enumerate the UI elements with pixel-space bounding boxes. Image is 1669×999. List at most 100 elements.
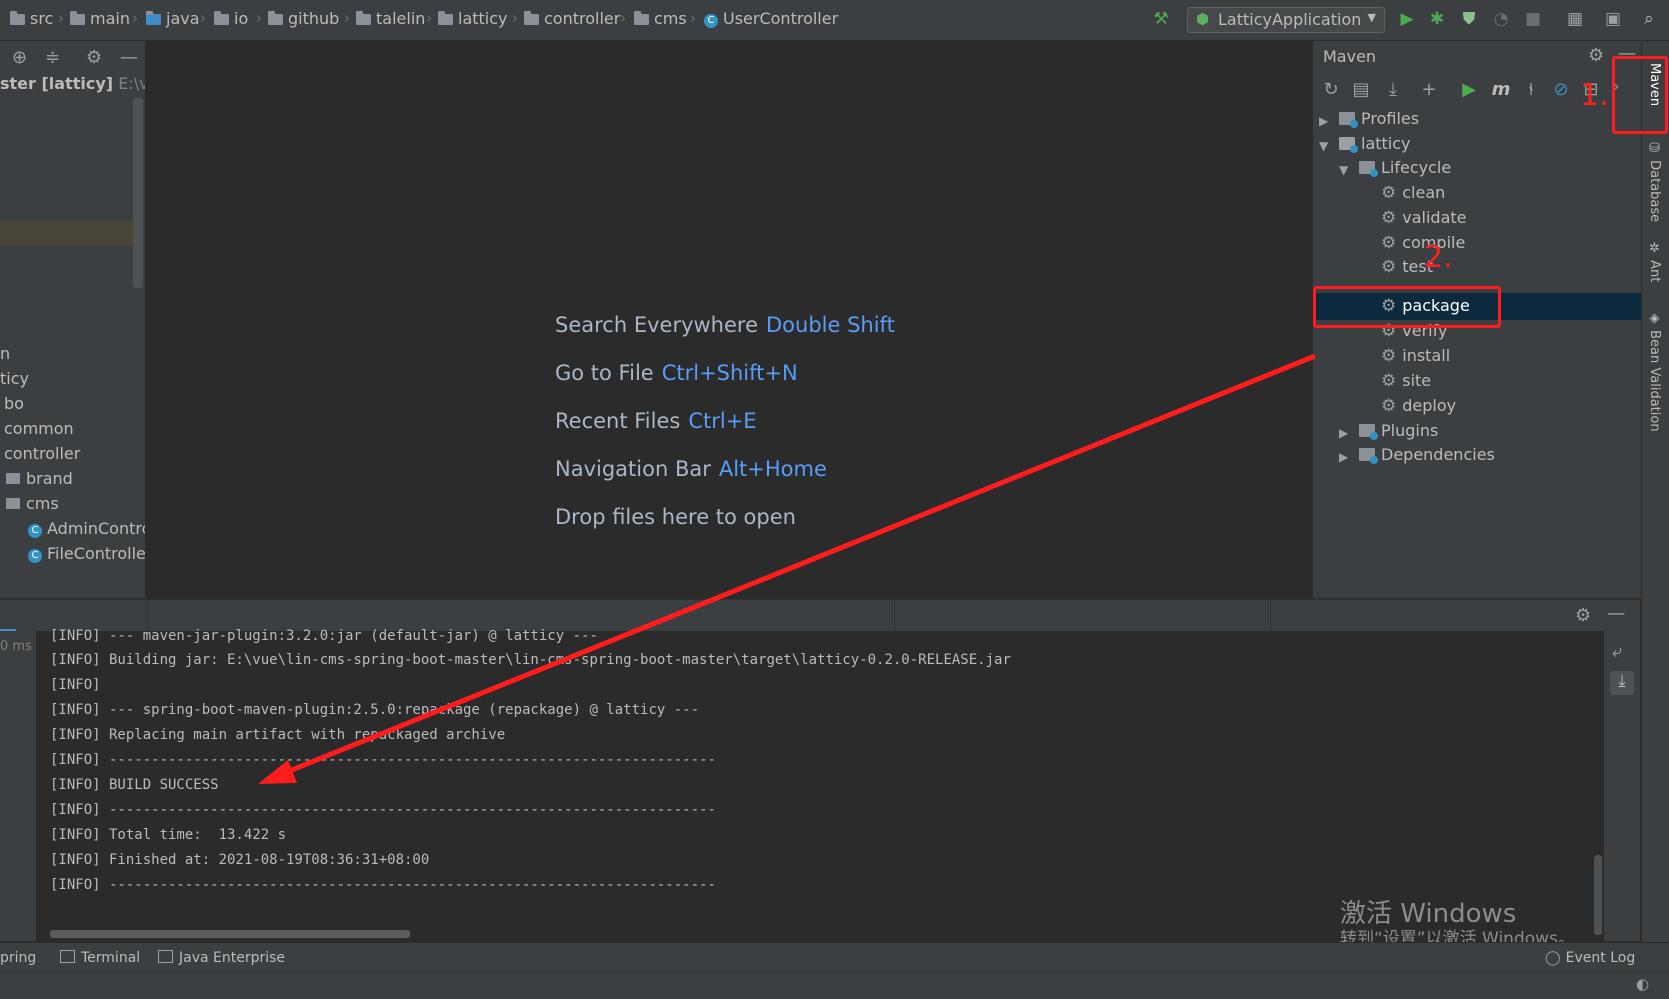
maven-profiles-node[interactable]: Profiles [1339, 107, 1419, 131]
lifecycle-phase-validate[interactable]: ⚙ validate [1381, 206, 1467, 230]
lifecycle-phase-site[interactable]: ⚙ site [1381, 369, 1431, 393]
run-configuration-select[interactable]: ⬢ LatticyApplication ▼ [1187, 7, 1385, 33]
window-icon[interactable]: ▣ [1602, 8, 1624, 30]
ant-side-tab[interactable]: ✲ Ant [1647, 241, 1662, 282]
project-root[interactable]: ster [latticy] E:\vue\ [0, 74, 145, 93]
annotation-box-package [1313, 286, 1501, 328]
event-log-tab[interactable]: ◯ Event Log [1545, 950, 1635, 966]
collapse-arrow-icon[interactable]: ▼ [1339, 163, 1348, 177]
tree-item[interactable]: controller [4, 444, 80, 463]
minimize-icon[interactable]: — [1607, 603, 1625, 624]
breadcrumb-item[interactable]: main [70, 9, 130, 28]
breadcrumb-item[interactable]: io [214, 9, 248, 28]
run-icon[interactable]: ▶ [1457, 79, 1481, 100]
console-line: [INFO] Building jar: E:\vue\lin-cms-spri… [50, 652, 1011, 668]
download-icon[interactable]: ⤓ [1381, 79, 1405, 100]
tree-item[interactable]: C FileControlle [28, 544, 145, 563]
tree-item[interactable]: ticy [0, 369, 29, 388]
tree-item[interactable]: cms [6, 494, 59, 513]
tree-item[interactable]: bo [4, 394, 24, 413]
vertical-scrollbar[interactable] [1594, 855, 1602, 935]
maven-panel-title: Maven [1323, 47, 1377, 66]
breadcrumb-item[interactable]: cms [634, 9, 687, 28]
editor-empty-area[interactable]: Search Everywhere Double Shift Go to File… [146, 41, 1311, 598]
chevron-right-icon: › [344, 9, 350, 27]
breadcrumb-item[interactable]: java [146, 9, 200, 28]
chevron-right-icon: › [200, 9, 206, 27]
toggle-offline-icon[interactable]: ⫮ [1519, 79, 1543, 100]
run-icon[interactable]: ▶ [1396, 8, 1418, 30]
maven-goal-icon[interactable]: m [1489, 79, 1513, 100]
maven-project-node[interactable]: latticy [1339, 132, 1411, 156]
gear-icon: ⚙ [1381, 371, 1397, 391]
breadcrumb-current[interactable]: C UserController [704, 9, 838, 28]
database-side-tab[interactable]: ⛁ Database [1647, 141, 1662, 222]
gear-icon: ⚙ [1381, 346, 1397, 366]
console-line: [INFO] ---------------------------------… [50, 877, 716, 893]
database-icon: ⛁ [1647, 141, 1662, 161]
reload-icon[interactable]: ↻ [1319, 79, 1343, 100]
minimize-icon[interactable]: — [120, 47, 138, 68]
vertical-scrollbar[interactable] [133, 98, 143, 288]
stop-icon[interactable]: ■ [1522, 8, 1544, 30]
breadcrumb-item[interactable]: latticy [438, 9, 508, 28]
java-enterprise-tab[interactable]: Java Enterprise [158, 950, 285, 966]
search-icon[interactable]: ⌕ [1638, 8, 1660, 30]
lifecycle-phase-deploy[interactable]: ⚙ deploy [1381, 394, 1456, 418]
console-line: [INFO] --- maven-jar-plugin:3.2.0:jar (d… [50, 628, 598, 644]
breadcrumb-item[interactable]: controller [524, 9, 620, 28]
folder-icon [214, 11, 229, 25]
folder-icon [70, 11, 85, 25]
locate-icon[interactable]: ⊕ [12, 47, 27, 68]
tree-item[interactable]: C AdminContro [28, 519, 145, 538]
settings-gear-icon[interactable]: ⚙ [86, 47, 102, 68]
hint-navigation-bar: Navigation Bar Alt+Home [555, 457, 827, 481]
run-tree-column: 0 ms [0, 631, 36, 941]
expand-arrow-icon[interactable]: ▶ [1339, 426, 1348, 440]
gear-icon: ⚙ [1381, 183, 1397, 203]
expand-arrow-icon[interactable]: ▶ [1339, 450, 1348, 464]
horizontal-scrollbar[interactable] [50, 930, 410, 938]
breadcrumb-item[interactable]: src [10, 9, 53, 28]
profile-icon[interactable]: ◔ [1490, 8, 1512, 30]
maven-plugins-node[interactable]: Plugins [1359, 419, 1438, 443]
console-line-build-success: [INFO] BUILD SUCCESS [50, 777, 219, 793]
breadcrumb-item[interactable]: talelin [356, 9, 425, 28]
settings-gear-icon[interactable]: ⚙ [1575, 605, 1591, 626]
collapse-arrow-icon[interactable]: ▼ [1319, 139, 1328, 153]
build-hammer-icon[interactable]: ⚒ [1150, 8, 1172, 30]
terminal-tab[interactable]: Terminal [60, 950, 140, 966]
breadcrumb-item[interactable]: github [268, 9, 339, 28]
project-structure-icon[interactable]: ▦ [1564, 8, 1586, 30]
lifecycle-folder-icon [1359, 161, 1378, 177]
tree-item[interactable]: brand [6, 469, 73, 488]
settings-gear-icon[interactable]: ⚙ [1588, 45, 1604, 66]
profiles-icon [1339, 112, 1358, 128]
add-icon[interactable]: + [1417, 79, 1441, 100]
navigation-bar: src › main › java › io › github › taleli… [0, 0, 1669, 41]
expand-arrow-icon[interactable]: ▶ [1319, 114, 1328, 128]
soft-wrap-icon[interactable]: ⤶ [1612, 641, 1622, 662]
console-line: [INFO] ---------------------------------… [50, 752, 716, 768]
memory-indicator-icon[interactable]: ◐ [1636, 975, 1649, 993]
maven-lifecycle-node[interactable]: Lifecycle [1359, 156, 1451, 180]
scroll-to-end-icon[interactable]: ⤓ [1610, 671, 1634, 695]
chevron-right-icon: › [620, 9, 626, 27]
debug-icon[interactable]: ✱ [1426, 8, 1448, 30]
tree-item[interactable]: n [0, 344, 10, 363]
right-tool-strip: Maven ⛁ Database ✲ Ant ◈ Bean Validation [1641, 41, 1669, 956]
skip-tests-icon[interactable]: ⊘ [1549, 79, 1573, 100]
spring-tab[interactable]: pring [0, 950, 36, 966]
lifecycle-phase-clean[interactable]: ⚙ clean [1381, 181, 1445, 205]
gear-icon: ⚙ [1381, 257, 1397, 277]
generate-sources-icon[interactable]: ▤ [1349, 79, 1373, 100]
coverage-icon[interactable]: ⛊ [1458, 8, 1480, 30]
tree-item[interactable]: common [4, 419, 74, 438]
folder-icon [6, 498, 20, 509]
bean-validation-side-tab[interactable]: ◈ Bean Validation [1647, 311, 1662, 432]
collapse-all-icon[interactable]: ≑ [45, 47, 60, 68]
lifecycle-phase-install[interactable]: ⚙ install [1381, 344, 1450, 368]
maven-dependencies-node[interactable]: Dependencies [1359, 443, 1495, 467]
divider [894, 600, 895, 632]
run-configuration-label: LatticyApplication [1218, 10, 1362, 29]
